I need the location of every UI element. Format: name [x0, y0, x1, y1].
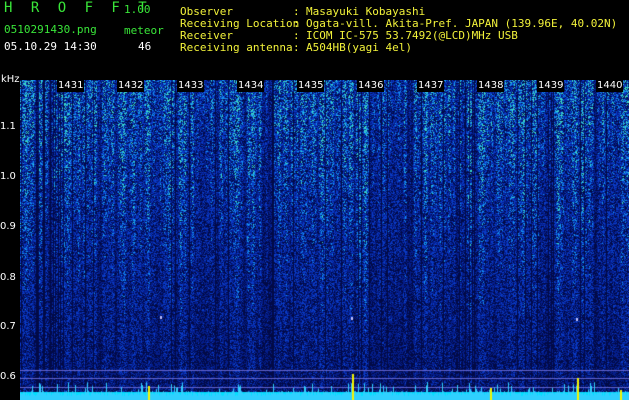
spectrogram-display [20, 80, 629, 400]
x-tick-label: 1432 [117, 80, 145, 92]
x-tick-label: 1431 [57, 80, 85, 92]
y-tick-label: 0.7 [0, 321, 16, 332]
meteor-label: meteor [124, 24, 164, 37]
y-tick-label: 0.6 [0, 371, 16, 382]
timestamp: 05.10.29 14:30 [4, 40, 97, 53]
x-tick-label: 1434 [237, 80, 265, 92]
x-tick-label: 1433 [177, 80, 205, 92]
antenna-colon: : [293, 41, 300, 54]
antenna-value: A504HB(yagi 4el) [306, 41, 412, 54]
y-tick-label: 0.8 [0, 272, 16, 283]
antenna-label: Receiving antenna [180, 41, 293, 54]
x-tick-label: 1435 [297, 80, 325, 92]
file-name: 0510291430.png [4, 23, 97, 36]
x-tick-label: 1440 [596, 80, 624, 92]
y-tick-label: 0.9 [0, 221, 16, 232]
y-tick-label: 1.0 [0, 171, 16, 182]
y-axis-unit: kHz [1, 74, 20, 85]
x-tick-label: 1438 [477, 80, 505, 92]
meteor-count: 46 [138, 40, 152, 53]
app-version: 1.00 [124, 3, 151, 16]
x-tick-label: 1439 [537, 80, 565, 92]
x-tick-label: 1437 [417, 80, 445, 92]
x-tick-label: 1436 [357, 80, 385, 92]
y-tick-label: 1.1 [0, 121, 16, 132]
